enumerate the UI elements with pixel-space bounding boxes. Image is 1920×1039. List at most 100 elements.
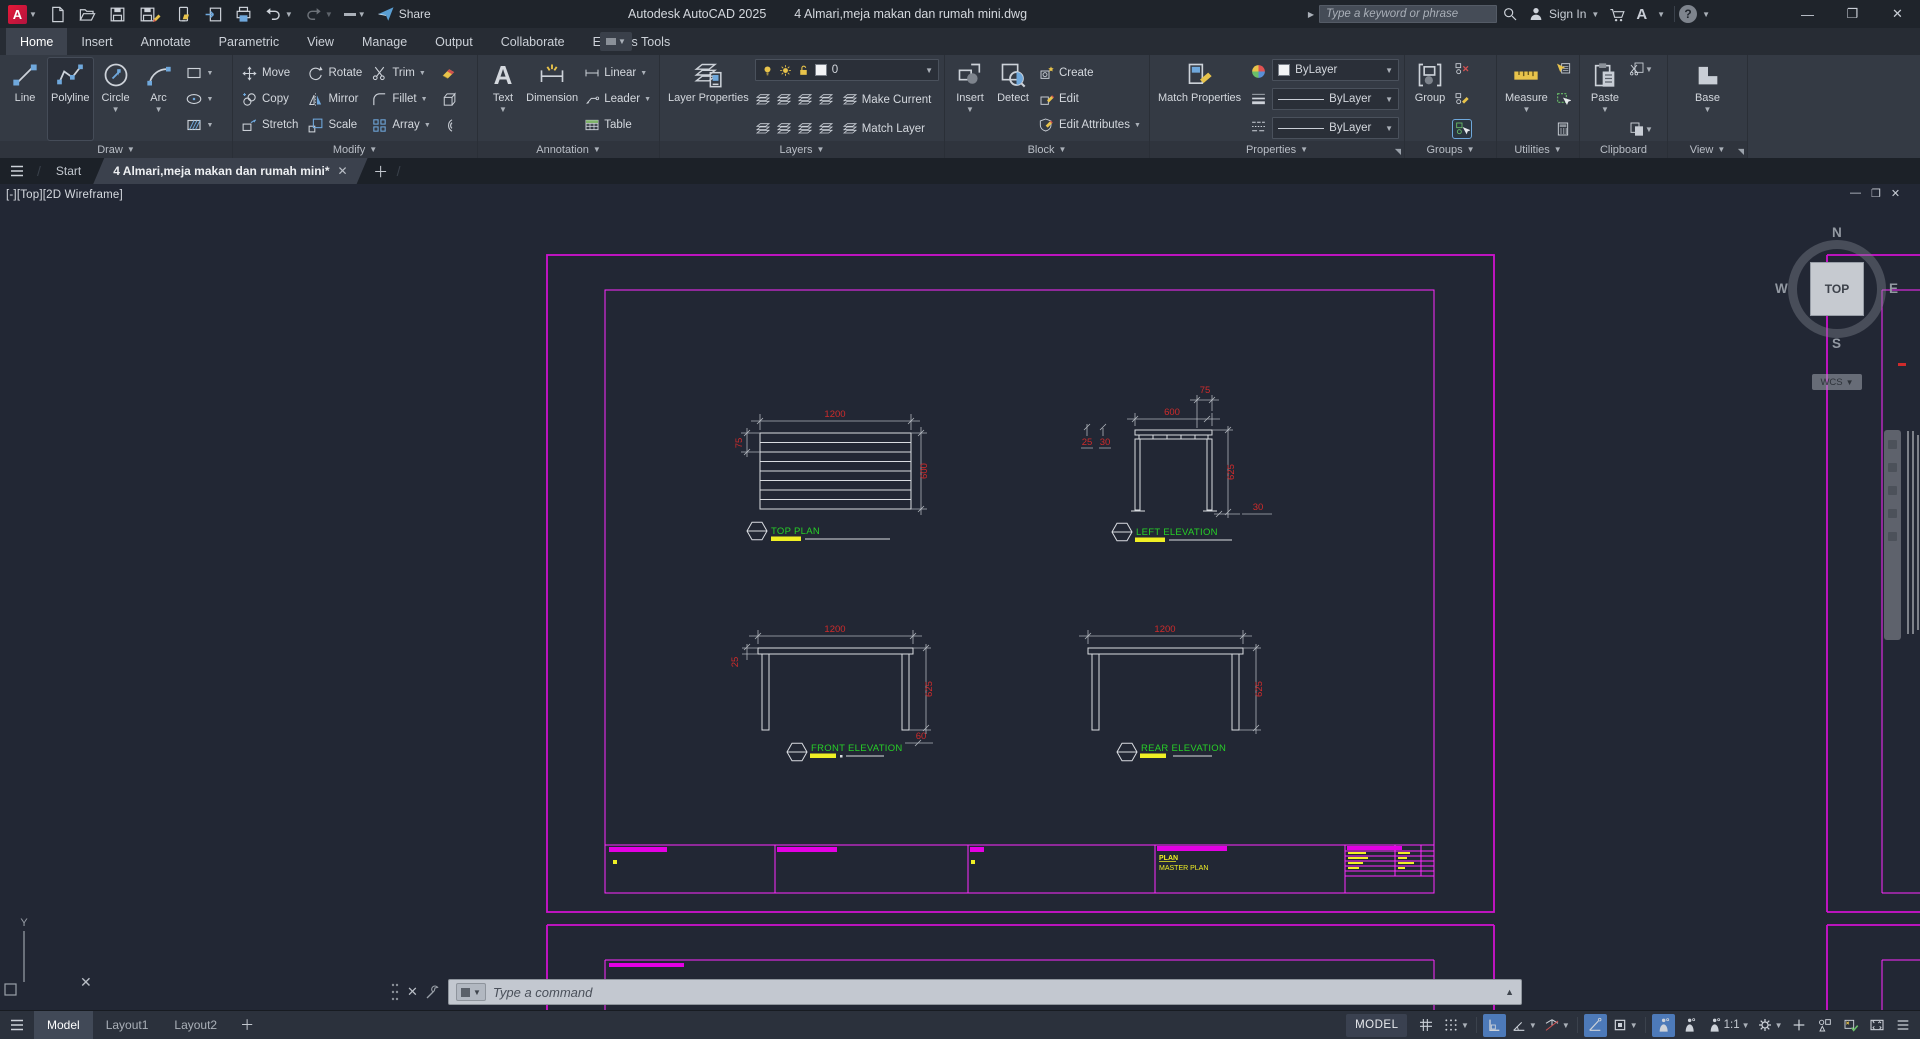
viewcube-south[interactable]: S (1832, 336, 1841, 351)
copy-clip-button[interactable]: ▼ (1628, 120, 1654, 138)
tab-collaborate[interactable]: Collaborate (487, 28, 579, 55)
steering-wheel-icon[interactable] (1888, 509, 1897, 518)
app-menu-button[interactable]: A ▼ (6, 3, 39, 26)
app-store-button[interactable] (1604, 0, 1631, 28)
calculator-button[interactable] (1554, 120, 1572, 138)
viewcube-top-face[interactable]: TOP (1810, 262, 1864, 316)
doc-restore-button[interactable]: ❐ (1871, 187, 1881, 200)
tab-insert[interactable]: Insert (67, 28, 126, 55)
explode-button[interactable] (437, 86, 460, 112)
group-edit-button[interactable] (1453, 90, 1471, 108)
search-input[interactable] (1319, 5, 1498, 23)
ribbon-display-options-button[interactable]: ▼ (600, 32, 632, 51)
layer-combo[interactable]: 0 ▼ (754, 59, 939, 81)
erase-button[interactable] (437, 60, 460, 86)
tab-manage[interactable]: Manage (348, 28, 421, 55)
layer-properties-button[interactable]: Layer Properties (665, 58, 752, 140)
new-layout-button[interactable]: ＋ (230, 1015, 264, 1035)
tab-layout1[interactable]: Layout1 (93, 1011, 162, 1039)
copy-button[interactable]: Copy (238, 86, 301, 112)
isometric-drafting-toggle[interactable]: ▼ (1542, 1014, 1572, 1037)
linetype-icon[interactable] (1250, 118, 1267, 135)
layer-on-bulb-icon[interactable] (761, 64, 774, 77)
quick-select-button[interactable] (1554, 60, 1572, 78)
arc-button[interactable]: Arc ▼ (139, 58, 179, 140)
zoom-tool-icon[interactable] (1888, 463, 1897, 472)
new-tab-button[interactable]: ＋ (368, 158, 394, 184)
command-close-icon[interactable]: ✕ (407, 984, 418, 1000)
open-button[interactable] (76, 3, 99, 26)
panel-label-clipboard[interactable]: Clipboard (1580, 141, 1667, 158)
account-button[interactable] (1523, 0, 1549, 28)
group-button[interactable]: Group (1410, 58, 1450, 140)
layer-unlock-icon[interactable] (797, 64, 810, 77)
leader-button[interactable]: Leader ▼ (581, 86, 654, 112)
layer-lock-icon[interactable] (818, 92, 834, 108)
create-block-button[interactable]: Create (1036, 60, 1144, 86)
dialog-launcher-icon[interactable]: ◥ (1738, 147, 1744, 156)
edit-block-button[interactable]: Edit (1036, 86, 1144, 112)
isolate-objects-button[interactable] (1814, 1014, 1837, 1037)
layer-unisolate-icon[interactable] (776, 121, 792, 137)
navigation-bar[interactable] (1884, 430, 1901, 640)
chevron-down-icon[interactable]: ▼ (1586, 0, 1604, 28)
layer-thaw-icon[interactable] (797, 121, 813, 137)
viewcube-west[interactable]: W (1775, 281, 1788, 296)
paste-button[interactable]: Paste ▼ (1585, 58, 1625, 140)
annotation-monitor-button[interactable] (1788, 1014, 1811, 1037)
pan-tool-icon[interactable] (1888, 440, 1897, 449)
tab-model[interactable]: Model (34, 1010, 93, 1039)
viewport-controls[interactable]: [-][Top][2D Wireframe] (6, 189, 123, 201)
ungroup-button[interactable] (1453, 60, 1471, 78)
viewcube-east[interactable]: E (1889, 281, 1898, 296)
measure-button[interactable]: Measure ▼ (1502, 58, 1551, 140)
stretch-button[interactable]: Stretch (238, 112, 301, 138)
annotation-visibility-toggle[interactable] (1651, 1013, 1675, 1037)
doc-close-button[interactable]: ✕ (1891, 187, 1900, 200)
undo-button[interactable]: ▼ (262, 3, 295, 26)
table-button[interactable]: Table (581, 112, 654, 138)
show-motion-icon[interactable] (1888, 532, 1897, 541)
text-button[interactable]: A Text ▼ (483, 58, 523, 140)
edit-attributes-button[interactable]: Edit Attributes ▼ (1036, 112, 1144, 138)
sign-in-label[interactable]: Sign In (1549, 7, 1586, 21)
panel-label-utilities[interactable]: Utilities ▼ (1497, 141, 1579, 158)
model-paper-toggle[interactable]: MODEL (1346, 1013, 1408, 1037)
trim-button[interactable]: Trim ▼ (368, 60, 433, 86)
tab-view[interactable]: View (293, 28, 348, 55)
panel-label-layers[interactable]: Layers ▼ (660, 141, 944, 158)
chevron-down-icon[interactable]: ▼ (925, 66, 933, 75)
rotate-button[interactable]: Rotate (304, 60, 365, 86)
close-tab-icon[interactable]: ✕ (338, 164, 348, 178)
color-wheel-icon[interactable] (1250, 63, 1267, 80)
layer-unlock-all-icon[interactable] (818, 121, 834, 137)
layer-freeze-icon[interactable] (797, 92, 813, 108)
group-selection-toggle[interactable] (1452, 119, 1472, 139)
scale-button[interactable]: Scale (304, 112, 365, 138)
quick-calc-button[interactable] (1554, 90, 1572, 108)
polar-tracking-toggle[interactable]: ▼ (1509, 1014, 1539, 1037)
tab-layout2[interactable]: Layout2 (161, 1011, 230, 1039)
linear-button[interactable]: Linear ▼ (581, 60, 654, 86)
layout-menu-button[interactable] (0, 1016, 34, 1034)
minimize-button[interactable]: — (1785, 0, 1830, 28)
save-button[interactable] (106, 3, 129, 26)
tab-start[interactable]: Start (44, 158, 93, 184)
search-expand-icon[interactable]: ▶ (1308, 10, 1314, 19)
command-input-bar[interactable]: ▼ ▲ (447, 979, 1522, 1005)
circle-button[interactable]: Circle ▼ (96, 58, 136, 140)
polyline-button[interactable]: Polyline (47, 57, 94, 141)
orbit-tool-icon[interactable] (1888, 486, 1897, 495)
mirror-button[interactable]: Mirror (304, 86, 365, 112)
dimension-button[interactable]: Dimension (526, 58, 578, 140)
array-button[interactable]: Array ▼ (368, 112, 433, 138)
workspace-switching-button[interactable]: ▼ (1755, 1014, 1785, 1037)
file-tabs-menu-button[interactable] (0, 158, 34, 184)
lineweight-combo[interactable]: ByLayer ▼ (1272, 88, 1399, 110)
redo-button[interactable]: ▼ (302, 3, 335, 26)
viewcube-north[interactable]: N (1832, 225, 1842, 240)
clean-screen-button[interactable] (1866, 1014, 1889, 1037)
new-drawing-button[interactable] (46, 3, 69, 26)
match-properties-button[interactable]: Match Properties (1155, 58, 1244, 140)
open-from-web-mobile-button[interactable] (172, 3, 195, 26)
